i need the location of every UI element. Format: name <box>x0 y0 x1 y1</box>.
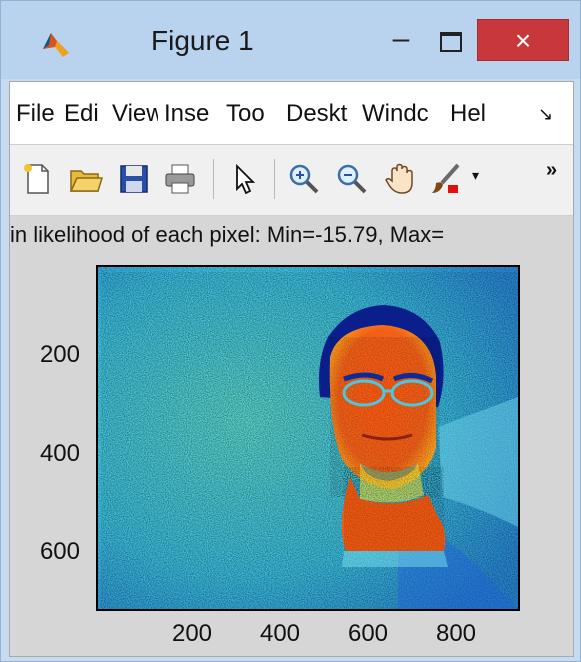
matlab-logo-icon <box>43 33 69 57</box>
x-tick-label: 400 <box>259 620 301 647</box>
zoom-out-icon[interactable] <box>334 161 370 197</box>
menu-tools[interactable]: Too <box>226 100 276 128</box>
figure-window: Figure 1 – × File Edi View Inse Too Desk… <box>0 0 581 662</box>
x-tick-label: 800 <box>435 620 477 647</box>
open-folder-icon[interactable] <box>68 161 104 197</box>
maximize-icon <box>440 32 462 52</box>
image-axes[interactable] <box>96 265 520 611</box>
menu-edit[interactable]: Edi <box>64 100 104 128</box>
dock-arrow-icon[interactable]: ↘ <box>538 104 566 125</box>
pointer-icon[interactable] <box>226 161 262 197</box>
menu-help[interactable]: Hel <box>450 100 500 128</box>
pan-hand-icon[interactable] <box>382 161 418 197</box>
plot-title: in likelihood of each pixel: Min=-15.79,… <box>10 222 445 247</box>
y-tick-label: 400 <box>39 440 80 467</box>
toolbar-overflow-icon[interactable]: » <box>546 159 557 182</box>
menu-file[interactable]: File <box>16 100 60 128</box>
menu-bar: File Edi View Inse Too Deskt Windc Hel ↘ <box>10 82 573 145</box>
y-tick-label: 200 <box>39 341 80 368</box>
close-button[interactable]: × <box>477 19 569 61</box>
brush-icon[interactable] <box>428 161 464 197</box>
likelihood-heatmap-image <box>98 267 518 609</box>
y-tick-label: 600 <box>39 538 80 565</box>
brush-dropdown-icon[interactable]: ▾ <box>472 167 479 184</box>
save-icon[interactable] <box>116 161 152 197</box>
menu-window[interactable]: Windc <box>362 100 440 128</box>
new-figure-icon[interactable] <box>20 161 56 197</box>
x-tick-label: 200 <box>171 620 213 647</box>
zoom-in-icon[interactable] <box>286 161 322 197</box>
toolbar-separator <box>213 159 214 199</box>
menu-insert[interactable]: Inse <box>164 100 216 128</box>
menu-view[interactable]: View <box>112 100 158 128</box>
figure-client-area: File Edi View Inse Too Deskt Windc Hel ↘ <box>9 81 574 657</box>
x-tick-label: 600 <box>347 620 389 647</box>
figure-toolbar: ▾ » <box>10 145 573 216</box>
title-bar[interactable]: Figure 1 – × <box>1 1 580 79</box>
window-title: Figure 1 <box>151 25 254 56</box>
maximize-button[interactable] <box>431 19 471 59</box>
toolbar-separator <box>274 159 275 199</box>
menu-desktop[interactable]: Deskt <box>286 100 352 128</box>
print-icon[interactable] <box>162 161 198 197</box>
minimize-button[interactable]: – <box>381 19 421 59</box>
